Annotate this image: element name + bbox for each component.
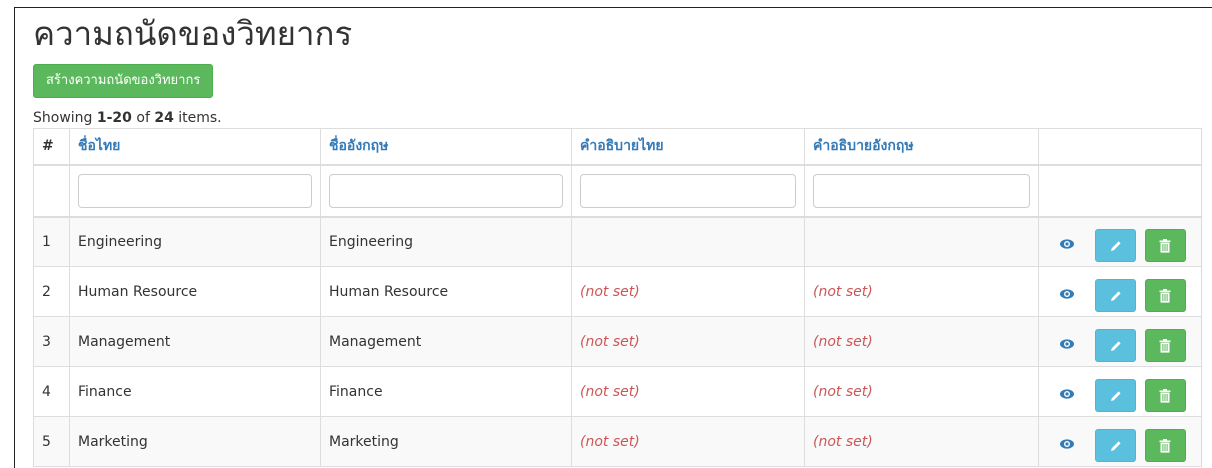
row-name-th: Finance [69, 366, 321, 417]
edit-button[interactable] [1095, 429, 1137, 462]
row-desc-th: (not set) [571, 316, 805, 367]
filter-cell-desc-th [571, 164, 805, 217]
table-row: 5 Marketing Marketing (not set) (not set… [33, 416, 1202, 467]
row-number: 1 [33, 215, 70, 267]
summary-of: of [131, 110, 155, 126]
speciality-table: # ชื่อไทย ชื่ออังกฤษ คำอธิบายไทย คำอธิบา… [33, 128, 1202, 467]
edit-button[interactable] [1095, 379, 1137, 412]
column-header-name-en: ชื่ออังกฤษ [320, 128, 572, 166]
filter-input-desc-en[interactable] [813, 173, 1030, 208]
row-name-en: Management [320, 316, 572, 367]
delete-button[interactable] [1144, 429, 1186, 462]
eye-icon[interactable] [1059, 386, 1079, 406]
row-desc-en: (not set) [804, 416, 1039, 467]
sort-link-name-th[interactable]: ชื่อไทย [78, 138, 120, 154]
trash-icon [1159, 389, 1171, 403]
summary-text: Showing 1-20 of 24 items. [33, 110, 222, 126]
eye-icon[interactable] [1059, 436, 1079, 456]
sort-link-desc-en[interactable]: คำอธิบายอังกฤษ [813, 138, 914, 154]
column-header-number: # [33, 128, 70, 166]
summary-total: 24 [154, 110, 174, 126]
edit-button[interactable] [1095, 329, 1137, 362]
delete-button[interactable] [1144, 379, 1186, 412]
eye-icon[interactable] [1059, 336, 1079, 356]
row-desc-th: (not set) [571, 366, 805, 417]
edit-button[interactable] [1095, 279, 1137, 312]
column-header-desc-th: คำอธิบายไทย [571, 128, 805, 166]
pencil-icon [1110, 341, 1121, 351]
filter-cell-actions [1038, 164, 1202, 217]
filter-input-name-th[interactable] [78, 173, 312, 208]
pencil-icon [1110, 391, 1121, 401]
eye-icon[interactable] [1059, 236, 1079, 256]
row-name-th: Management [69, 316, 321, 367]
column-header-actions [1038, 128, 1202, 166]
row-desc-en: (not set) [804, 266, 1039, 317]
row-name-en: Finance [320, 366, 572, 417]
summary-range: 1-20 [96, 110, 132, 126]
sort-link-name-en[interactable]: ชื่ออังกฤษ [329, 138, 388, 154]
delete-button[interactable] [1144, 279, 1186, 312]
row-desc-en: (not set) [804, 366, 1039, 417]
trash-icon [1159, 239, 1171, 253]
filter-cell-number [33, 164, 70, 217]
delete-button[interactable] [1144, 329, 1186, 362]
row-number: 4 [33, 366, 70, 417]
trash-icon [1159, 289, 1171, 303]
row-number: 2 [33, 266, 70, 317]
pencil-icon [1110, 291, 1121, 301]
eye-icon[interactable] [1059, 286, 1079, 306]
summary-suffix: items. [173, 110, 222, 126]
row-actions [1038, 316, 1202, 367]
create-speciality-button[interactable]: สร้างความถนัดของวิทยากร [33, 64, 214, 98]
frame-top-border [14, 7, 1212, 8]
edit-button[interactable] [1095, 229, 1137, 263]
pencil-icon [1110, 241, 1121, 252]
filter-cell-desc-en [804, 164, 1039, 217]
row-actions [1038, 416, 1202, 467]
row-actions [1038, 215, 1202, 267]
row-desc-th [571, 215, 805, 267]
row-name-en: Engineering [320, 215, 572, 267]
row-number: 5 [33, 416, 70, 467]
table-row: 2 Human Resource Human Resource (not set… [33, 266, 1202, 317]
filter-cell-name-en [320, 164, 572, 217]
column-header-name-th: ชื่อไทย [69, 128, 321, 166]
table-row: 3 Management Management (not set) (not s… [33, 316, 1202, 367]
summary-prefix: Showing [33, 110, 97, 126]
row-desc-th: (not set) [571, 266, 805, 317]
row-desc-en: (not set) [804, 316, 1039, 367]
filter-input-desc-th[interactable] [580, 173, 796, 208]
table-row: 1 Engineering Engineering [33, 215, 1202, 267]
column-header-desc-en: คำอธิบายอังกฤษ [804, 128, 1039, 166]
trash-icon [1159, 439, 1171, 453]
row-name-en: Human Resource [320, 266, 572, 317]
page-title: ความถนัดของวิทยากร [33, 14, 353, 53]
header-row: # ชื่อไทย ชื่ออังกฤษ คำอธิบายไทย คำอธิบา… [33, 128, 1202, 166]
row-desc-en [804, 215, 1039, 267]
filter-input-name-en[interactable] [329, 173, 563, 208]
row-name-th: Engineering [69, 215, 321, 267]
pencil-icon [1110, 441, 1121, 451]
filter-row [33, 164, 1202, 217]
row-name-en: Marketing [320, 416, 572, 467]
row-actions [1038, 366, 1202, 417]
sort-link-desc-th[interactable]: คำอธิบายไทย [580, 138, 664, 154]
delete-button[interactable] [1144, 229, 1186, 263]
row-number: 3 [33, 316, 70, 367]
row-desc-th: (not set) [571, 416, 805, 467]
row-name-th: Human Resource [69, 266, 321, 317]
row-actions [1038, 266, 1202, 317]
table-row: 4 Finance Finance (not set) (not set) [33, 366, 1202, 417]
filter-cell-name-th [69, 164, 321, 217]
row-name-th: Marketing [69, 416, 321, 467]
frame-left-border [14, 7, 15, 468]
trash-icon [1159, 339, 1171, 353]
